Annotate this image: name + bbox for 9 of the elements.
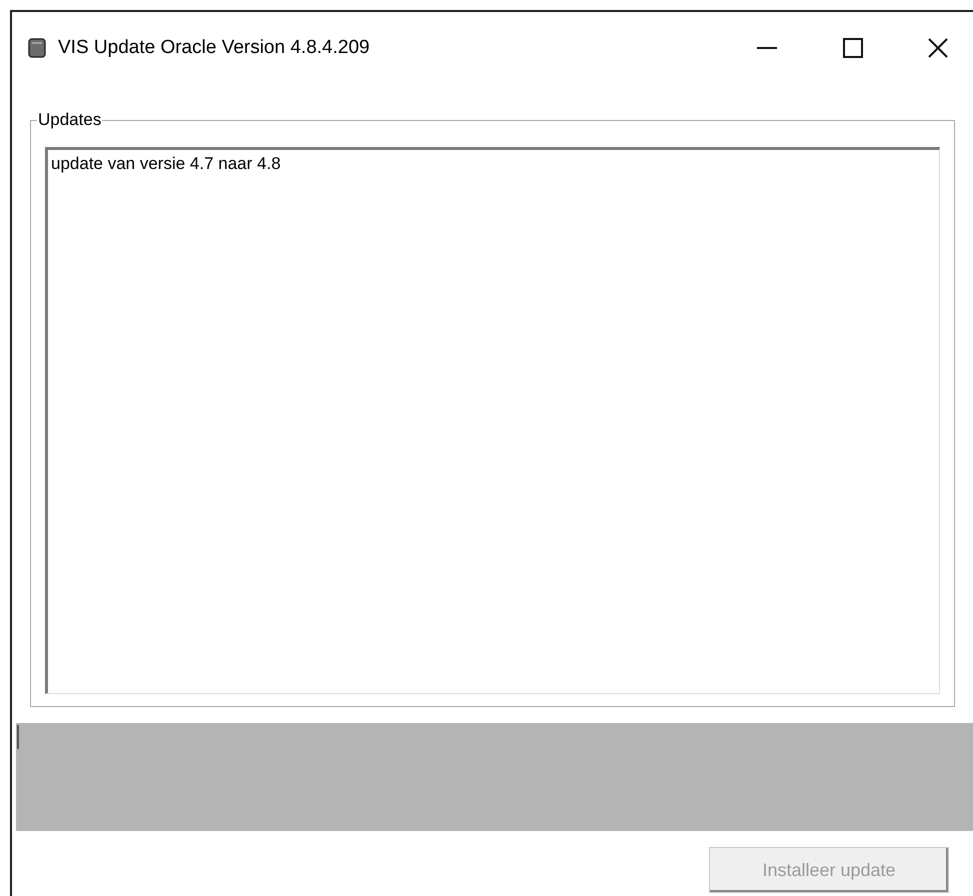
minimize-icon	[757, 47, 777, 49]
text-cursor	[17, 725, 19, 749]
maximize-icon	[843, 38, 863, 58]
app-icon	[28, 38, 46, 58]
group-label: Updates	[37, 110, 102, 130]
close-icon	[928, 38, 948, 58]
list-item[interactable]: update van versie 4.7 naar 4.8	[51, 154, 281, 174]
window-title: VIS Update Oracle Version 4.8.4.209	[58, 36, 370, 60]
updates-list[interactable]: update van versie 4.7 naar 4.8	[45, 147, 940, 694]
